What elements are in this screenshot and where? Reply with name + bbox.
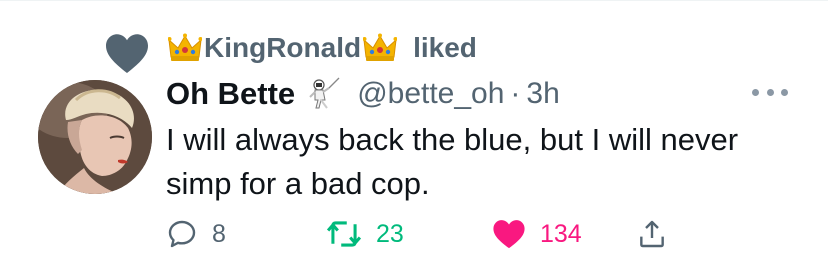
fencer-emoji-icon — [309, 77, 340, 109]
crown-emoji-icon — [363, 33, 398, 61]
liked-label: liked — [413, 32, 477, 63]
avatar[interactable] — [38, 80, 152, 194]
like-button[interactable]: 134 — [492, 214, 582, 254]
top-divider — [0, 0, 828, 1]
avatar-photo — [38, 80, 152, 194]
separator-dot: · — [510, 77, 521, 110]
liked-heart-icon — [493, 220, 525, 249]
reply-button[interactable]: 8 — [166, 214, 226, 254]
retweet-icon — [326, 221, 362, 247]
reply-count: 8 — [212, 219, 226, 248]
tweet-header: Oh Bette @bette_oh · 3h — [166, 74, 560, 114]
like-count: 134 — [540, 219, 582, 248]
user-handle[interactable]: @bette_oh — [357, 77, 504, 111]
action-bar: 8 23 134 — [166, 214, 706, 254]
display-name[interactable]: Oh Bette — [166, 76, 295, 112]
reply-icon — [168, 220, 196, 248]
timestamp[interactable]: 3h — [526, 77, 559, 111]
liker-name[interactable]: KingRonald — [204, 30, 361, 66]
share-button[interactable] — [636, 214, 668, 254]
tweet-text: I will always back the blue, but I will … — [166, 122, 739, 201]
social-context[interactable]: KingRonald liked — [166, 30, 477, 66]
heart-icon — [106, 34, 148, 74]
share-icon — [640, 220, 664, 248]
retweet-count: 23 — [376, 219, 404, 248]
crown-emoji-icon — [168, 33, 202, 61]
retweet-button[interactable]: 23 — [326, 214, 404, 254]
more-options-icon[interactable] — [752, 80, 788, 104]
